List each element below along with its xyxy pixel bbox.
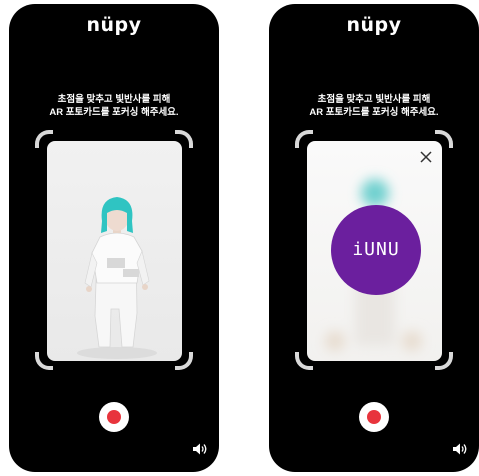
app-logo: nüpy xyxy=(346,14,402,36)
instruction-line-2: AR 포토카드를 포커싱 해주세요. xyxy=(309,107,439,118)
photocard-preview xyxy=(47,141,182,361)
record-icon xyxy=(107,410,121,424)
record-button[interactable] xyxy=(359,402,389,432)
app-logo: nüpy xyxy=(86,14,142,36)
focus-instruction: 초점을 맞추고 빛반사를 피해 AR 포토카드를 포커싱 해주세요. xyxy=(269,93,479,119)
ar-photocard: iUNU xyxy=(307,141,442,361)
phone-screen-preview: nüpy 초점을 맞추고 빛반사를 피해 AR 포토카드를 포커싱 해주세요. xyxy=(9,4,219,472)
speaker-icon[interactable] xyxy=(192,442,208,456)
phone-screen-ar: nüpy 초점을 맞추고 빛반사를 피해 AR 포토카드를 포커싱 해주세요. … xyxy=(269,4,479,472)
ar-logo-disc[interactable]: iUNU xyxy=(331,205,421,295)
instruction-line-1: 초점을 맞추고 빛반사를 피해 xyxy=(57,94,171,105)
speaker-icon[interactable] xyxy=(452,442,468,456)
instruction-line-2: AR 포토카드를 포커싱 해주세요. xyxy=(49,107,179,118)
instruction-line-1: 초점을 맞추고 빛반사를 피해 xyxy=(317,94,431,105)
photocard-photo xyxy=(77,197,157,359)
record-button[interactable] xyxy=(99,402,129,432)
focus-instruction: 초점을 맞추고 빛반사를 피해 AR 포토카드를 포커싱 해주세요. xyxy=(9,93,219,119)
close-icon[interactable] xyxy=(420,151,432,163)
record-icon xyxy=(367,410,381,424)
